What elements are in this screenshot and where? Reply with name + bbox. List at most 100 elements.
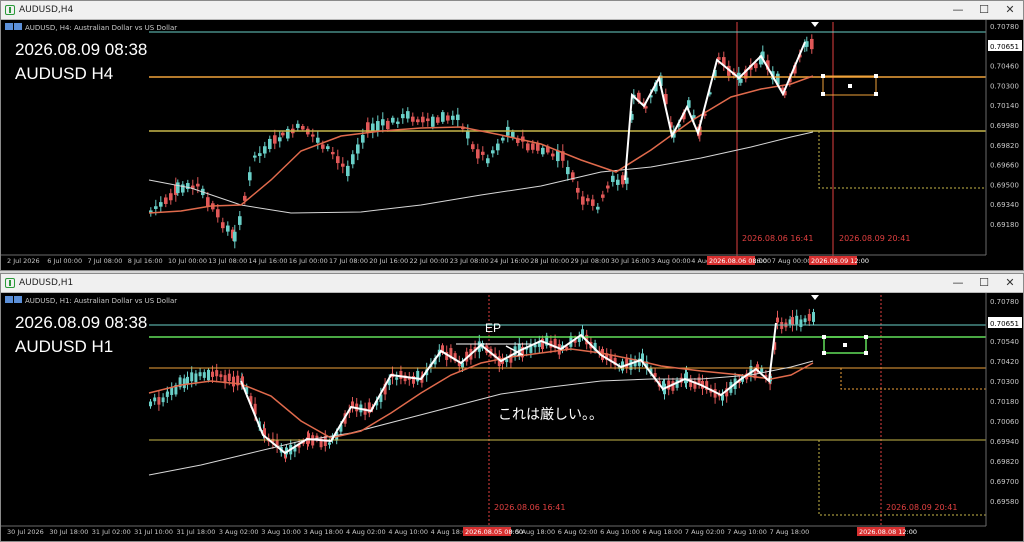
- candle-body: [381, 119, 385, 126]
- price-axis[interactable]: 0.70780 0.70651 0.70460 0.70300 0.70140 0.699…: [985, 20, 1022, 255]
- candle-body: [169, 193, 173, 201]
- minimize-icon[interactable]: —: [945, 274, 971, 292]
- window-titlebar-h4[interactable]: AUDUSD,H4 — ☐ ✕: [1, 1, 1023, 20]
- window-titlebar-h1[interactable]: AUDUSD,H1 — ☐ ✕: [1, 274, 1023, 293]
- time-tick-label: 7 Aug 10:00: [727, 528, 767, 536]
- price-tick-label: 0.70460: [990, 63, 1019, 71]
- candle-body: [421, 116, 425, 123]
- time-tick-label: 20 Jul 16:00: [369, 257, 408, 265]
- candle-body: [263, 146, 267, 154]
- candle-body: [606, 185, 610, 189]
- time-tick-label: 6 Aug 18:00: [643, 528, 683, 536]
- candle-body: [316, 137, 320, 143]
- candle-body: [346, 165, 350, 177]
- projection-box[interactable]: [822, 335, 868, 355]
- time-tick-label: 16 Jul 00:00: [289, 257, 328, 265]
- dotted-zone[interactable]: [818, 131, 986, 189]
- candle-body: [221, 222, 225, 229]
- chart-window-h1[interactable]: AUDUSD,H1 — ☐ ✕ AUDUSD, H1: Australian D…: [0, 273, 1024, 542]
- candle-body: [776, 317, 779, 323]
- time-tick-label: 22 Jul 00:00: [410, 257, 449, 265]
- time-axis[interactable]: 30 Jul 2026 30 Jul 18:00 31 Jul 02:00 31 Ju…: [1, 525, 986, 536]
- minimize-icon[interactable]: —: [945, 1, 971, 19]
- maximize-icon[interactable]: ☐: [971, 1, 997, 19]
- time-tick-label: 31 Jul 18:00: [176, 528, 215, 536]
- vertical-line-2[interactable]: 2026.08.09 20:41: [832, 22, 910, 260]
- candle-body: [216, 209, 220, 218]
- candle-body: [311, 134, 315, 137]
- time-axis-marker: 2026.08.05 08:00: [465, 528, 523, 536]
- candle-body: [202, 372, 206, 378]
- overlay-datetime: 2026.08.09 08:38: [15, 313, 148, 332]
- time-tick-label: 7 Jul 08:00: [88, 257, 123, 265]
- time-tick-label: 8 Jul 16:00: [128, 257, 163, 265]
- vertical-line-label: 2026.08.09 20:41: [839, 234, 910, 243]
- candle-body: [196, 183, 200, 187]
- price-tick-label: 0.69820: [990, 142, 1019, 150]
- candle-body: [166, 391, 169, 394]
- candle-body: [157, 397, 161, 405]
- candle-body: [496, 143, 500, 151]
- chart-header-text: AUDUSD, H4: Australian Dollar vs US Doll…: [25, 24, 177, 32]
- price-tick-label: 0.70300: [990, 82, 1019, 90]
- candle-body: [501, 137, 505, 141]
- price-chart-h4[interactable]: AUDUSD, H4: Australian Dollar vs US Doll…: [1, 20, 1023, 270]
- candle-body: [232, 376, 235, 387]
- time-tick-label: 3 Aug 02:00: [219, 528, 259, 536]
- candle-body: [446, 115, 450, 121]
- candle-body: [531, 143, 535, 150]
- current-price-label: 0.70651: [990, 320, 1019, 328]
- dotted-zone-orange[interactable]: [840, 368, 986, 390]
- shift-marker-icon[interactable]: [811, 22, 819, 27]
- time-tick-label: 31 Jul 10:00: [134, 528, 173, 536]
- candle-body: [399, 370, 403, 379]
- time-tick-label: 13 Jul 08:00: [208, 257, 247, 265]
- candle-body: [754, 63, 758, 69]
- candle-body: [278, 137, 282, 142]
- candle-body: [616, 179, 620, 185]
- candle-body: [795, 315, 799, 325]
- time-tick-label: 30 Jul 2026: [7, 528, 44, 536]
- candle-body: [805, 41, 809, 47]
- ma-fast-line: [148, 348, 814, 439]
- candle-body: [591, 199, 595, 206]
- window-title: AUDUSD,H4: [19, 5, 74, 15]
- candle-body: [551, 153, 555, 157]
- candle-body: [170, 387, 174, 395]
- candle-body: [476, 149, 480, 159]
- candle-body: [396, 121, 400, 124]
- candle-body: [611, 175, 615, 182]
- time-tick-label: 30 Jul 16:00: [611, 257, 650, 265]
- price-tick-label: 0.69340: [990, 201, 1019, 209]
- candles-layer: [149, 308, 815, 463]
- vertical-line-label: 2026.08.06 16:41: [742, 234, 813, 243]
- price-axis[interactable]: 0.70780 0.70651 0.70540 0.70420 0.70300 0.701…: [985, 293, 1022, 526]
- close-icon[interactable]: ✕: [997, 1, 1023, 19]
- chart-header: AUDUSD, H1: Australian Dollar vs US Doll…: [5, 296, 177, 305]
- vertical-line-2[interactable]: 2026.08.09 20:41: [880, 295, 957, 531]
- candle-body: [803, 318, 807, 323]
- candle-body: [586, 198, 590, 202]
- price-tick-label: 0.69820: [990, 458, 1019, 466]
- candle-body: [401, 114, 405, 119]
- ma-slow-line: [148, 360, 814, 476]
- price-tick-label: 0.70180: [990, 398, 1019, 406]
- time-tick-label: 24 Jul 16:00: [490, 257, 529, 265]
- chart-window-h4[interactable]: AUDUSD,H4 — ☐ ✕ AUDUSD, H4: Australian D…: [0, 0, 1024, 271]
- shift-marker-icon[interactable]: [811, 295, 819, 300]
- vertical-line-label: 2026.08.06 16:41: [494, 503, 565, 512]
- maximize-icon[interactable]: ☐: [971, 274, 997, 292]
- time-axis[interactable]: 2 Jul 2026 6 Jul 00:00 7 Jul 08:00 8 Jul 16…: [1, 254, 986, 265]
- close-icon[interactable]: ✕: [997, 274, 1023, 292]
- candle-body: [211, 371, 214, 377]
- price-tick-label: 0.69580: [990, 498, 1019, 506]
- candle-body: [296, 123, 300, 128]
- candle-body: [182, 378, 186, 389]
- time-axis-marker: 2026.08.08 12:00: [859, 528, 917, 536]
- candle-body: [331, 151, 335, 155]
- candle-body: [685, 372, 688, 383]
- candle-body: [576, 187, 580, 193]
- candle-body: [321, 144, 325, 149]
- candle-body: [164, 197, 168, 204]
- candle-body: [198, 372, 202, 377]
